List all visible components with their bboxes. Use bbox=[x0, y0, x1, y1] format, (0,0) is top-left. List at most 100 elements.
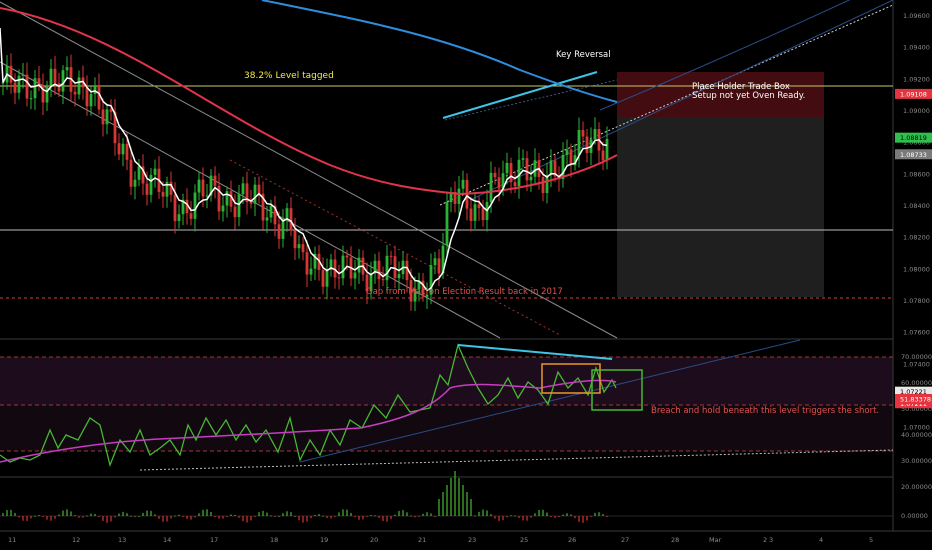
candle-body bbox=[445, 202, 449, 246]
candle-body bbox=[337, 277, 341, 279]
trade-box-reward[interactable] bbox=[617, 117, 824, 297]
key-reversal-label: Key Reversal bbox=[556, 50, 611, 60]
candle-body bbox=[297, 244, 301, 249]
candle-body bbox=[281, 219, 285, 239]
candle-body bbox=[489, 172, 493, 203]
candle-body bbox=[457, 188, 461, 204]
histogram-bar bbox=[426, 512, 428, 516]
histogram-bar bbox=[218, 516, 220, 519]
price-tick-label: 1.09600 bbox=[903, 12, 930, 20]
histogram-bar bbox=[530, 516, 532, 518]
candle-body bbox=[189, 213, 193, 219]
candle-body bbox=[105, 109, 109, 125]
candle-body bbox=[377, 260, 381, 280]
histogram-bar bbox=[374, 515, 376, 517]
histogram-bar bbox=[386, 516, 388, 522]
time-tick-label: 23 bbox=[468, 536, 476, 544]
price-tick-label: 1.08000 bbox=[903, 265, 930, 273]
histogram-bar bbox=[190, 516, 192, 520]
histogram-bar bbox=[54, 516, 56, 519]
histogram-bar bbox=[230, 514, 232, 516]
candle-body bbox=[481, 208, 485, 221]
histogram-bar bbox=[222, 516, 224, 519]
histogram-bar bbox=[250, 516, 252, 521]
candle-body bbox=[477, 204, 481, 209]
candle-body bbox=[289, 208, 293, 231]
candle-body bbox=[133, 179, 137, 187]
time-tick-label: 2 bbox=[763, 536, 767, 544]
histogram-bar bbox=[86, 515, 88, 517]
candle-body bbox=[137, 166, 141, 180]
candle-body bbox=[221, 205, 225, 212]
candle-body bbox=[269, 205, 273, 218]
candle-body bbox=[561, 154, 565, 179]
histogram-bar bbox=[82, 516, 84, 518]
candle-body bbox=[577, 129, 581, 156]
histogram-bar bbox=[274, 516, 276, 517]
candle-body bbox=[241, 183, 245, 195]
histogram-bar bbox=[286, 511, 288, 516]
candle-body bbox=[397, 274, 401, 279]
candle-body bbox=[393, 256, 397, 279]
histogram-bar bbox=[534, 513, 536, 516]
histogram-bar bbox=[158, 516, 160, 519]
histogram-bar bbox=[150, 510, 152, 516]
candle-body bbox=[469, 208, 473, 221]
candle-body bbox=[225, 191, 229, 206]
histogram-axis[interactable]: 0.00000 bbox=[901, 512, 928, 520]
candle-body bbox=[385, 255, 389, 281]
histogram-bar bbox=[314, 514, 316, 516]
histogram-bar bbox=[394, 514, 396, 516]
candle-body bbox=[257, 184, 261, 194]
price-tick-label: 1.08600 bbox=[903, 170, 930, 178]
time-tick-label: 13 bbox=[118, 536, 126, 544]
histogram-bar bbox=[606, 516, 608, 517]
price-tick-label: 1.07600 bbox=[903, 329, 930, 337]
candle-body bbox=[605, 139, 609, 161]
price-tick-label: 1.08400 bbox=[903, 202, 930, 210]
histogram-bar bbox=[514, 515, 516, 517]
histogram-bar bbox=[102, 516, 104, 521]
histogram-bar bbox=[338, 512, 340, 516]
histogram-bar bbox=[306, 516, 308, 522]
histogram-bar bbox=[30, 516, 32, 519]
histogram-bar bbox=[470, 499, 472, 516]
candle-body bbox=[61, 70, 65, 92]
time-tick-label: 17 bbox=[210, 536, 218, 544]
histogram-bar bbox=[482, 509, 484, 516]
candle-body bbox=[513, 182, 517, 187]
candle-body bbox=[177, 214, 181, 221]
histogram-bar bbox=[202, 509, 204, 516]
candle-body bbox=[549, 160, 553, 176]
histogram-bar bbox=[334, 516, 336, 517]
histogram-bar bbox=[554, 516, 556, 518]
histogram-bar bbox=[578, 516, 580, 522]
eurusd-chart[interactable]: 38.2% Level tagged Key Reversal Place Ho… bbox=[0, 0, 932, 550]
candle-body bbox=[285, 208, 289, 220]
histogram-bar bbox=[194, 516, 196, 518]
rsi-tick-label: 40.00000 bbox=[901, 431, 932, 439]
histogram-bar bbox=[122, 511, 124, 516]
candle-body bbox=[25, 74, 29, 99]
candle-body bbox=[525, 158, 529, 181]
rsi-pane-band bbox=[0, 357, 893, 405]
histogram-bar bbox=[594, 512, 596, 516]
histogram-bar bbox=[98, 516, 100, 518]
candle-body bbox=[521, 158, 525, 160]
candle-body bbox=[529, 176, 533, 181]
candle-body bbox=[277, 224, 281, 239]
time-tick-label: 20 bbox=[370, 536, 378, 544]
histogram-bar bbox=[270, 515, 272, 517]
candle-body bbox=[301, 244, 305, 253]
histogram-bar bbox=[446, 485, 448, 516]
candle-body bbox=[197, 179, 201, 193]
price-badge-label: 1.08733 bbox=[900, 151, 927, 159]
candle-body bbox=[77, 77, 81, 95]
histogram-bar bbox=[266, 512, 268, 516]
histogram-bar bbox=[602, 514, 604, 516]
histogram-bar bbox=[130, 515, 132, 517]
candle-body bbox=[341, 255, 345, 279]
candle-body bbox=[309, 268, 313, 275]
candle-body bbox=[57, 83, 61, 92]
fib-level-label: 38.2% Level tagged bbox=[244, 71, 334, 81]
